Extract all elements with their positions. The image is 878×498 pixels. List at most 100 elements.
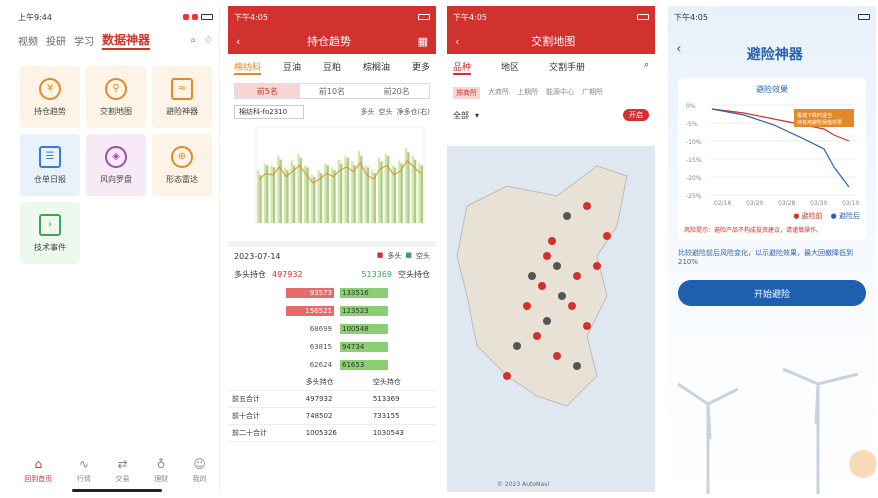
toggle-switch[interactable]: 开启 (623, 109, 649, 121)
contract-select[interactable]: 棉纺科-fo2310 (234, 105, 304, 119)
wind-turbine-illustration (677, 367, 876, 494)
delivery-marker[interactable] (573, 362, 581, 370)
bar-short (286, 170, 289, 223)
tile-tech-events[interactable]: › 技术事件 (20, 202, 80, 264)
delivery-marker[interactable] (593, 262, 601, 270)
chevron-down-icon: ▾ (475, 110, 480, 120)
bell-icon[interactable]: ♢ (204, 35, 213, 46)
delivery-marker[interactable] (563, 212, 571, 220)
bar-short (400, 163, 403, 223)
delivery-marker[interactable] (538, 282, 546, 290)
bottom-tab-mine[interactable]: ☺ 我的 (193, 457, 207, 484)
tile-hedge-tool[interactable]: ≈ 避险神器 (152, 66, 212, 128)
member-row: 62624 61653 (228, 356, 436, 374)
bottom-tab-finance[interactable]: ♁ 理财 (154, 457, 168, 484)
nav-video[interactable]: 视频 (18, 33, 38, 48)
bottom-label: 理财 (154, 475, 169, 483)
delivery-marker[interactable] (543, 252, 551, 260)
tab-more[interactable]: 更多 (412, 60, 430, 75)
calendar-icon[interactable]: ▦ (418, 35, 428, 48)
back-icon[interactable]: ‹ (236, 35, 240, 48)
page-title: 交割地图 (531, 35, 576, 48)
nav-data-tools[interactable]: 数据神器 (102, 31, 151, 50)
tab-cotton[interactable]: 棉纺科 (234, 60, 262, 75)
phone-hedge-tool: 下午4:05 ‹ 避险神器 避险效果 0% -5% -10% -15% -20% -25%… (668, 6, 876, 494)
delivery-marker[interactable] (513, 342, 521, 350)
x-tick: 02/16 (714, 200, 731, 207)
delivery-marker[interactable] (528, 272, 536, 280)
nav-learn[interactable]: 学习 (74, 33, 94, 48)
tile-delivery-map[interactable]: ⚲ 交割地图 (86, 66, 146, 128)
delivery-marker[interactable] (533, 332, 541, 340)
home-icon: ⌂ (34, 457, 43, 471)
tab-soy-meal[interactable]: 豆粕 (323, 60, 341, 75)
delivery-marker[interactable] (573, 272, 581, 280)
exchange-shfe[interactable]: 上期所 (517, 87, 538, 99)
long-value: 68699 (309, 325, 332, 333)
legend-label: 避险后 (839, 212, 860, 220)
bar-short (319, 173, 323, 223)
tile-position-trend[interactable]: ¥ 持仓趋势 (20, 66, 80, 128)
delivery-marker[interactable] (523, 302, 531, 310)
rank-segment: 前5名 前10名 前20名 (234, 83, 430, 99)
delivery-marker[interactable] (553, 352, 561, 360)
user-icon: ☺ (193, 457, 206, 471)
bottom-tab-market[interactable]: ∿ 行情 (77, 457, 91, 484)
legend-long: 多头 (360, 108, 375, 116)
bar-short (353, 165, 356, 223)
exchange-ine[interactable]: 能源中心 (546, 87, 574, 99)
tab-variety[interactable]: 品种 (453, 60, 472, 75)
tab-palm-oil[interactable]: 棕榈油 (363, 60, 390, 75)
status-time: 下午4:05 (453, 12, 487, 22)
delivery-marker[interactable] (553, 262, 561, 270)
exchange-zce[interactable]: 郑商所 (453, 87, 480, 99)
tab-manual[interactable]: 交割手册 (549, 60, 585, 75)
tile-wind-compass[interactable]: ◈ 风向罗盘 (86, 134, 146, 196)
delivery-marker[interactable] (558, 292, 566, 300)
effect-card: 避险效果 0% -5% -10% -15% -20% -25% 02/16 03/20 03/2… (678, 78, 866, 240)
bar-short (373, 173, 376, 223)
chart-legend: ● 避险前 ● 避险后 (684, 211, 860, 221)
map-canvas[interactable] (447, 146, 655, 492)
bar-long (297, 153, 300, 223)
clipboard-icon: ☰ (39, 145, 61, 168)
tab-soy-oil[interactable]: 豆油 (283, 60, 301, 75)
back-icon[interactable]: ‹ (676, 41, 682, 57)
bottom-tab-trade[interactable]: ⇄ 交易 (115, 457, 129, 484)
long-total-label: 多头持仓 (234, 270, 266, 279)
nav-research[interactable]: 投研 (46, 33, 66, 48)
tile-label: 风向罗盘 (100, 174, 132, 184)
bottom-label: 行情 (76, 475, 91, 483)
delivery-marker[interactable] (548, 237, 556, 245)
search-icon[interactable]: ⌕ (644, 60, 649, 75)
exchange-dce[interactable]: 大商所 (488, 87, 509, 99)
bar-short (380, 161, 383, 223)
seg-top5[interactable]: 前5名 (235, 84, 300, 98)
delivery-marker[interactable] (503, 372, 511, 380)
wave-icon: ≈ (171, 77, 193, 100)
seg-top20[interactable]: 前20名 (364, 84, 429, 98)
start-hedge-button[interactable]: 开始避险 (678, 280, 866, 306)
seg-top10[interactable]: 前10名 (300, 84, 365, 98)
delivery-marker[interactable] (583, 202, 591, 210)
chart-legend: 多头 空头 净多仓(右) (361, 107, 430, 117)
tab-region[interactable]: 地区 (501, 60, 519, 75)
back-icon[interactable]: ‹ (455, 35, 459, 48)
bottom-tab-home[interactable]: ⌂ 回到首页 (24, 457, 52, 484)
delivery-marker[interactable] (543, 317, 551, 325)
status-icons (637, 14, 649, 20)
delivery-marker[interactable] (603, 232, 611, 240)
delivery-marker[interactable] (583, 322, 591, 330)
exchange-gfex[interactable]: 广期所 (582, 87, 603, 99)
tile-pattern-radar[interactable]: ⊕ 形态雷达 (152, 134, 212, 196)
search-icon[interactable]: ⌕ (190, 35, 196, 46)
status-icons (418, 14, 430, 20)
header-bar: ‹ 持仓趋势 ▦ (228, 28, 436, 54)
delivery-marker[interactable] (568, 302, 576, 310)
chart-icon: ∿ (78, 457, 89, 471)
china-map[interactable]: © 2023 AutoNavi (447, 146, 655, 492)
tile-warehouse-report[interactable]: ☰ 仓单日报 (20, 134, 80, 196)
bottom-label: 回到首页 (24, 475, 53, 483)
short-value: 94734 (340, 342, 388, 352)
filter-select[interactable]: 全部 (453, 110, 469, 121)
